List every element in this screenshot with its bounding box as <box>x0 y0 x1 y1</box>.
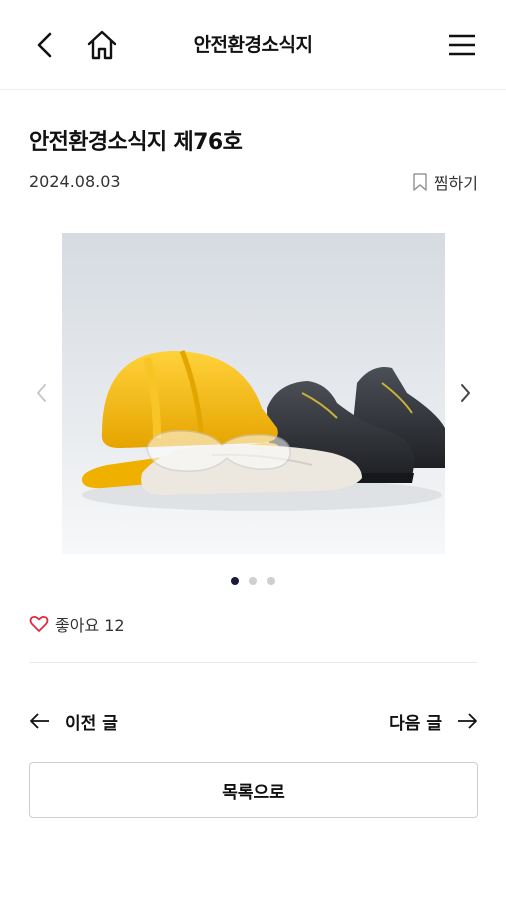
chevron-right-icon <box>461 384 470 402</box>
bookmark-button[interactable]: 찜하기 <box>412 170 478 194</box>
prev-post-label: 이전 글 <box>65 713 118 734</box>
hamburger-menu-icon <box>449 34 475 56</box>
carousel-dot[interactable] <box>267 577 275 585</box>
heart-icon <box>29 615 49 632</box>
like-button[interactable]: 좋아요 12 <box>29 612 125 636</box>
arrow-right-icon <box>458 713 477 729</box>
prev-post-link[interactable]: 이전 글 <box>29 707 118 735</box>
divider <box>29 662 478 663</box>
back-to-list-button[interactable]: 목록으로 <box>29 762 478 818</box>
app-header: 안전환경소식지 <box>0 0 506 90</box>
carousel-dot[interactable] <box>249 577 257 585</box>
page-title: 안전환경소식지 <box>193 34 313 56</box>
arrow-left-icon <box>30 713 49 729</box>
next-post-link[interactable]: 다음 글 <box>389 707 478 735</box>
next-post-label: 다음 글 <box>389 713 442 734</box>
carousel-pagination <box>0 577 506 585</box>
carousel-dot[interactable] <box>231 577 239 585</box>
like-count: 좋아요 12 <box>55 616 125 635</box>
post-title: 안전환경소식지 제76호 <box>29 130 243 155</box>
chevron-left-icon <box>37 384 46 402</box>
post-image <box>62 233 445 554</box>
bookmark-icon <box>413 173 427 191</box>
carousel-next-button[interactable] <box>455 380 475 406</box>
safety-gear-photo <box>62 233 445 554</box>
carousel-prev-button[interactable] <box>32 380 52 406</box>
menu-button[interactable] <box>446 30 478 60</box>
bookmark-label: 찜하기 <box>433 174 478 193</box>
post-date: 2024.08.03 <box>29 172 121 191</box>
